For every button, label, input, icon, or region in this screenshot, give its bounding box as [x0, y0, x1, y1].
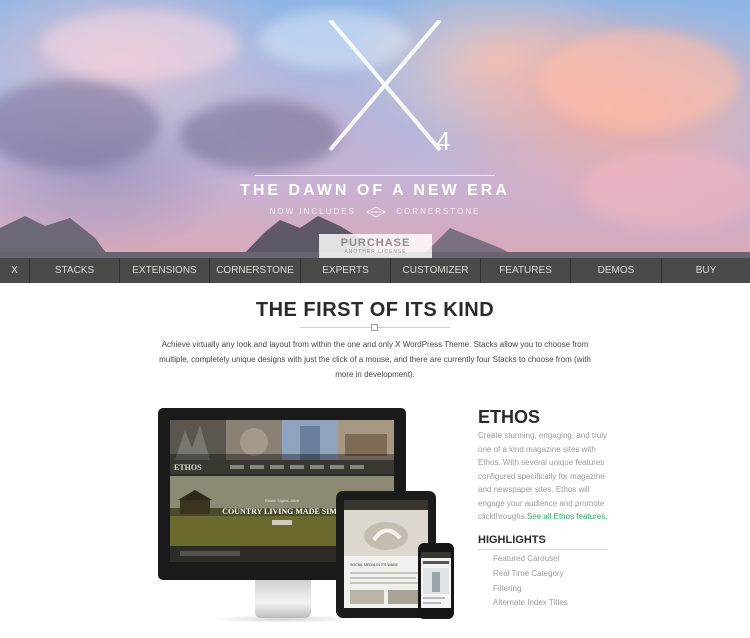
tablet-screen: SOCIAL MEDIA IN ITS WAKE: [344, 500, 428, 608]
mockup-site-name: ETHOS: [174, 463, 202, 472]
nav-item-extensions[interactable]: EXTENSIONS: [120, 258, 210, 283]
nav-item-experts[interactable]: EXPERTS: [301, 258, 391, 283]
mockup-hero-headline: COUNTRY LIVING MADE SIMP: [222, 507, 342, 516]
phone-site-preview: [421, 552, 451, 604]
hero-banner: 4 THE DAWN OF A NEW ERA NOW INCLUDES COR…: [0, 0, 750, 258]
see-ethos-features-link[interactable]: See all Ethos features.: [527, 512, 608, 521]
section-intro: Achieve virtually any look and layout fr…: [159, 340, 591, 379]
section-title: THE FIRST OF ITS KIND: [255, 299, 495, 321]
list-item: Filtering: [493, 583, 522, 593]
nav-item-features[interactable]: FEATURES: [481, 258, 571, 283]
list-item: Featured Carousel: [493, 554, 560, 563]
cornerstone-icon: [366, 206, 387, 218]
purchase-sublabel: ANOTHER LICENSE: [344, 249, 407, 255]
devices-mockup: ETHOS Rustic Sights, Alive COUNTRY LIVIN…: [150, 405, 470, 635]
nav-item-buy[interactable]: BUY: [662, 258, 750, 283]
nav-item-cornerstone[interactable]: CORNERSTONE: [210, 258, 301, 283]
phone-screen: [421, 552, 451, 608]
hero-tagline: THE DAWN OF A NEW ERA: [240, 182, 510, 199]
highlights-list: Featured Carousel Real Time Category Fil…: [493, 552, 568, 611]
subtag-left: NOW INCLUDES: [269, 207, 356, 217]
cloud: [180, 100, 340, 170]
x-logo-icon: [328, 20, 442, 152]
tablet-caption: SOCIAL MEDIA IN ITS WAKE: [350, 563, 398, 567]
list-item: Alternate Index Titles: [493, 598, 568, 608]
list-item: Real Time Category: [493, 568, 564, 578]
stack-description: Create stunning, engaging, and truly one…: [478, 429, 618, 524]
mockup-hero-kicker: Rustic Sights, Alive: [265, 498, 300, 503]
logo-version: 4: [436, 126, 452, 156]
nav-item-demos[interactable]: DEMOS: [571, 258, 662, 283]
cloud: [40, 10, 240, 80]
subtag-right: CORNERSTONE: [396, 207, 481, 217]
nav-item-stacks[interactable]: STACKS: [30, 258, 120, 283]
highlights-divider: [478, 549, 608, 550]
nav-item-x[interactable]: X: [0, 258, 30, 283]
highlights-title: HIGHLIGHTS: [478, 534, 546, 546]
stack-description-text: Create stunning, engaging, and truly one…: [478, 431, 607, 521]
title-divider-dot: [371, 324, 378, 331]
monitor-stand: [255, 580, 311, 618]
main-nav: X STACKS EXTENSIONS CORNERSTONE EXPERTS …: [0, 258, 750, 283]
phone-device: [418, 543, 454, 619]
cloud: [540, 30, 740, 130]
tablet-site-preview: SOCIAL MEDIA IN ITS WAKE: [344, 500, 428, 604]
stack-title: ETHOS: [478, 407, 541, 427]
purchase-button[interactable]: PURCHASE ANOTHER LICENSE: [319, 234, 432, 258]
hero-subtagline: NOW INCLUDES CORNERSTONE: [0, 206, 750, 218]
cloud: [0, 80, 160, 170]
tagline-divider: [255, 175, 495, 176]
purchase-label: PURCHASE: [340, 237, 411, 249]
nav-item-customizer[interactable]: CUSTOMIZER: [391, 258, 481, 283]
